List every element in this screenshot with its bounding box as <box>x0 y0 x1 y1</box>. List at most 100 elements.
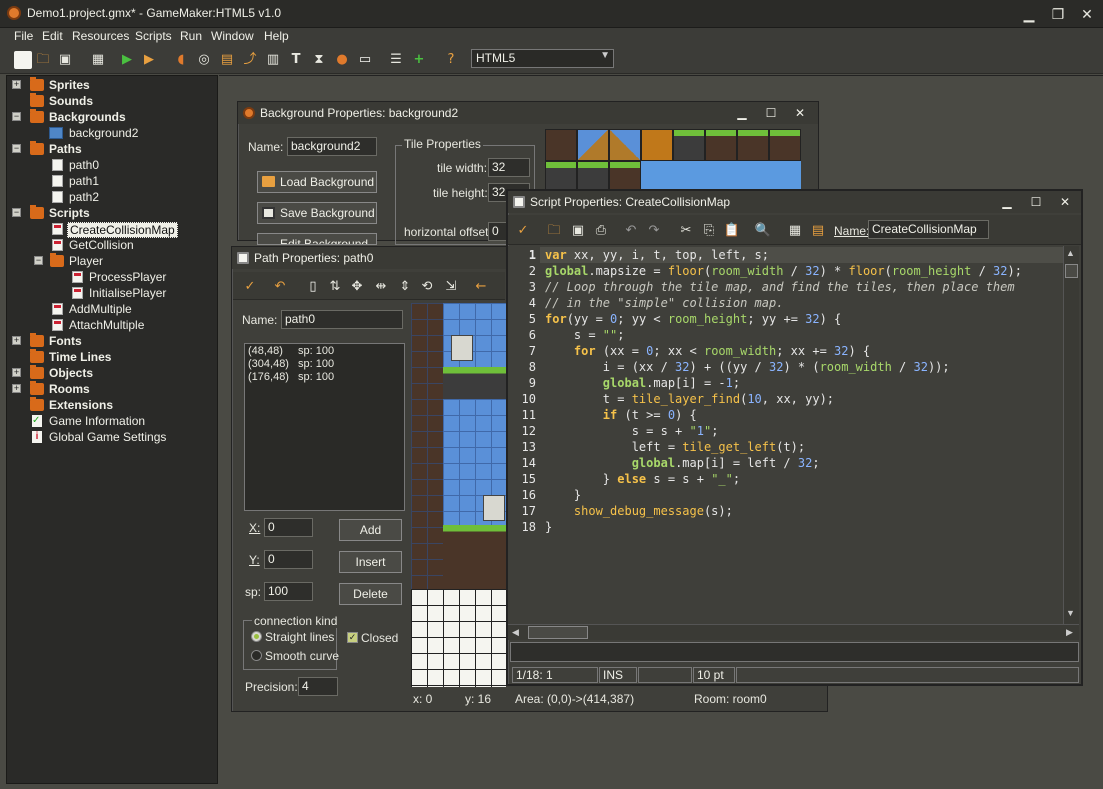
insert-point-button[interactable]: Insert <box>339 551 402 573</box>
x-field[interactable]: 0 <box>264 518 313 537</box>
path-name-field[interactable]: path0 <box>281 310 403 329</box>
scale-path-icon[interactable]: ⇲ <box>442 278 460 296</box>
add-extension-icon[interactable]: + <box>410 51 428 69</box>
create-room-icon[interactable]: ▭ <box>356 51 374 69</box>
save-script-icon[interactable]: ▣ <box>569 222 587 240</box>
create-timeline-icon[interactable]: ⧗ <box>310 51 328 69</box>
open-project-icon[interactable]: 🗀 <box>34 51 52 69</box>
game-info-icon: ✓ <box>32 415 42 427</box>
clear-path-icon[interactable]: ▯ <box>304 278 322 296</box>
precision-field[interactable]: 4 <box>298 677 338 696</box>
create-script-icon[interactable]: ▥ <box>264 51 282 69</box>
load-script-icon[interactable]: 🗀 <box>545 222 563 240</box>
menu-resources[interactable]: Resources <box>72 29 129 43</box>
list-item[interactable]: (176,48) <box>248 371 289 383</box>
line-number: 1 <box>528 248 536 262</box>
confirm-icon[interactable]: ✓ <box>514 222 532 240</box>
target-select[interactable]: HTML5 ▼ <box>471 49 614 68</box>
status-y: y: 16 <box>465 692 492 706</box>
horizontal-offset-field[interactable]: 0 <box>488 222 508 241</box>
straight-lines-radio[interactable] <box>251 631 262 642</box>
code-line: var xx, yy, i, t, top, left, s; <box>545 248 769 262</box>
stone-ledge <box>443 367 506 399</box>
expand-icon: + <box>12 383 21 393</box>
y-field[interactable]: 0 <box>264 550 313 569</box>
menu-file[interactable]: File <box>14 29 33 43</box>
list-item[interactable]: (48,48) <box>248 345 283 357</box>
shift-path-icon[interactable]: ✥ <box>348 278 366 296</box>
minimize-icon[interactable]: ▁ <box>999 194 1015 210</box>
flip-vertical-icon[interactable]: ⇕ <box>396 278 414 296</box>
close-icon[interactable]: ✕ <box>1057 194 1073 210</box>
menu-window[interactable]: Window <box>211 29 254 43</box>
snippets-icon[interactable]: ▤ <box>809 222 827 240</box>
scroll-down-icon[interactable]: ▼ <box>1066 608 1075 618</box>
line-number: 12 <box>521 424 536 438</box>
save-project-icon[interactable]: ▣ <box>56 51 74 69</box>
confirm-icon[interactable]: ✓ <box>241 278 259 296</box>
copy-icon[interactable]: ⎘ <box>700 222 718 240</box>
load-background-button[interactable]: Load Background <box>257 171 377 193</box>
create-background-icon[interactable]: ▤ <box>218 51 236 69</box>
minimize-icon[interactable]: ▁ <box>1018 4 1040 24</box>
smooth-curve-radio[interactable] <box>251 650 262 661</box>
undo-icon[interactable]: ↶ <box>622 222 640 240</box>
scroll-up-icon[interactable]: ▲ <box>1066 248 1075 258</box>
create-font-icon[interactable]: T <box>287 51 305 69</box>
game-info-icon[interactable]: ☰ <box>387 51 405 69</box>
add-point-button[interactable]: Add <box>339 519 402 541</box>
edit-background-button[interactable]: Edit Background <box>257 233 377 245</box>
path-room-preview[interactable] <box>411 303 506 687</box>
scrollbar-thumb[interactable] <box>528 626 588 639</box>
closed-checkbox[interactable]: ✓ <box>347 632 358 643</box>
create-object-icon[interactable]: ● <box>333 51 351 69</box>
new-project-icon[interactable] <box>14 51 32 69</box>
line-number: 14 <box>521 456 536 470</box>
scroll-right-icon[interactable]: ▶ <box>1066 627 1073 638</box>
menu-scripts[interactable]: Scripts <box>135 29 172 43</box>
reverse-path-icon[interactable]: ⇅ <box>326 278 344 296</box>
delete-point-button[interactable]: Delete <box>339 583 402 605</box>
mirror-horizontal-icon[interactable]: ⇹ <box>372 278 390 296</box>
menu-edit[interactable]: Edit <box>42 29 63 43</box>
find-icon[interactable]: 🔍 <box>754 222 772 240</box>
create-sound-icon[interactable]: ◎ <box>195 51 213 69</box>
create-path-icon[interactable]: ⤴ <box>241 51 259 69</box>
undo-icon[interactable]: ↶ <box>271 278 289 296</box>
scrollbar-thumb[interactable] <box>1065 264 1078 278</box>
rotate-path-icon[interactable]: ⟲ <box>418 278 436 296</box>
horizontal-scrollbar[interactable]: ◀ ▶ <box>508 624 1079 640</box>
chevron-down-icon[interactable]: ▼ <box>600 50 610 61</box>
speed-field[interactable]: 100 <box>264 582 313 601</box>
redo-icon[interactable]: ↷ <box>645 222 663 240</box>
menu-run[interactable]: Run <box>180 29 202 43</box>
maximize-icon[interactable]: ☐ <box>763 105 779 121</box>
scroll-left-icon[interactable]: ◀ <box>512 627 519 638</box>
close-icon[interactable]: ✕ <box>792 105 808 121</box>
create-sprite-icon[interactable]: ◖ <box>172 51 190 69</box>
window-titlebar[interactable]: Background Properties: background2 ▁ ☐ ✕ <box>238 102 818 124</box>
background-name-field[interactable]: background2 <box>287 137 377 156</box>
list-item[interactable]: (304,48) <box>248 358 289 370</box>
maximize-icon[interactable]: ❐ <box>1047 4 1069 24</box>
print-icon[interactable]: ⎙ <box>592 222 610 240</box>
cut-icon[interactable]: ✂ <box>677 222 695 240</box>
create-executable-icon[interactable]: ▦ <box>89 51 107 69</box>
menu-help[interactable]: Help <box>264 29 289 43</box>
paste-icon[interactable]: 📋 <box>723 222 741 240</box>
run-icon[interactable]: ▶ <box>118 51 136 69</box>
path-points-list[interactable]: (48,48) sp: 100 (304,48) sp: 100 (176,48… <box>244 343 405 511</box>
help-icon[interactable]: ? <box>442 51 460 69</box>
script-name-field[interactable]: CreateCollisionMap <box>868 220 989 239</box>
close-icon[interactable]: ✕ <box>1076 4 1098 24</box>
window-titlebar[interactable]: Script Properties: CreateCollisionMap ▁ … <box>508 191 1081 213</box>
minimize-icon[interactable]: ▁ <box>734 105 750 121</box>
debug-run-icon[interactable]: ▶ <box>140 51 158 69</box>
script-icon <box>52 239 63 251</box>
goto-line-icon[interactable]: ▦ <box>786 222 804 240</box>
vertical-scrollbar[interactable]: ▲ ▼ <box>1063 246 1079 624</box>
save-background-button[interactable]: Save Background <box>257 202 377 224</box>
maximize-icon[interactable]: ☐ <box>1028 194 1044 210</box>
tile-width-field[interactable]: 32 <box>488 158 530 177</box>
shift-left-icon[interactable]: ← <box>472 278 490 296</box>
